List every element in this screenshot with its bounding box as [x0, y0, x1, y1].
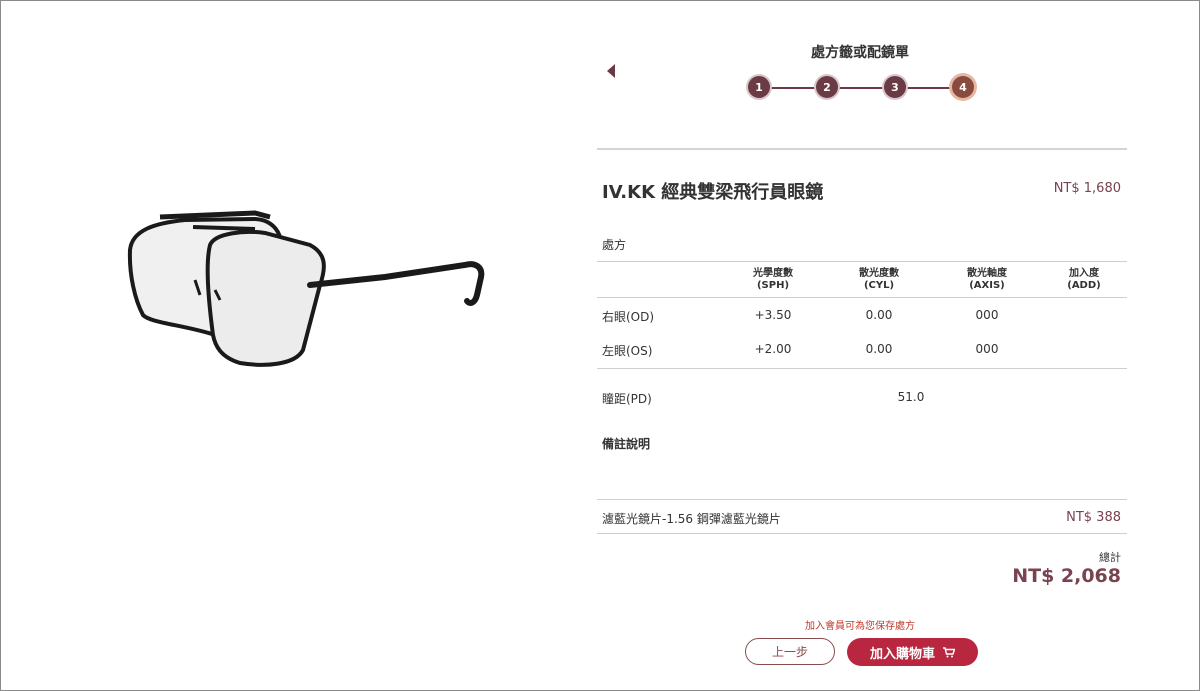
- previous-step-label: 上一步: [771, 645, 808, 659]
- add-to-cart-label: 加入購物車: [869, 646, 935, 662]
- od-sph-value: +3.50: [754, 308, 792, 322]
- lens-name: 濾藍光鏡片-1.56 鋼彈濾藍光鏡片: [602, 512, 781, 526]
- step-2[interactable]: 2: [816, 76, 838, 98]
- row-label-od: 右眼(OD): [602, 310, 655, 324]
- product-price: NT$ 1,680: [1053, 181, 1121, 196]
- os-axis-value: 000: [975, 342, 999, 356]
- od-cyl-value: 0.00: [865, 308, 893, 322]
- column-header-sph: 光學度數 (SPH): [738, 268, 808, 292]
- product-name: IV.KK 經典雙梁飛行員眼鏡: [602, 182, 824, 203]
- page-title: 處方籤或配鏡單: [811, 45, 909, 61]
- pd-label: 瞳距(PD): [602, 392, 652, 406]
- notes-label: 備註說明: [602, 437, 651, 451]
- previous-step-button[interactable]: 上一步: [745, 638, 835, 665]
- pd-value: 51.0: [897, 390, 925, 404]
- row-label-os: 左眼(OS): [602, 344, 653, 358]
- add-to-cart-button[interactable]: 加入購物車: [847, 638, 978, 666]
- divider: [597, 533, 1127, 534]
- column-header-sub: (AXIS): [969, 280, 1005, 291]
- total-value: NT$ 2,068: [1012, 565, 1121, 587]
- divider: [597, 148, 1127, 150]
- column-header-sub: (CYL): [863, 280, 895, 291]
- column-header-axis: 散光軸度 (AXIS): [952, 268, 1022, 292]
- member-save-note: 加入會員可為您保存處方: [805, 621, 915, 632]
- os-sph-value: +2.00: [754, 342, 792, 356]
- lens-price: NT$ 388: [1066, 510, 1121, 525]
- back-arrow-icon[interactable]: [607, 64, 615, 78]
- os-cyl-value: 0.00: [865, 342, 893, 356]
- glasses-product-image: [127, 210, 485, 367]
- column-header-label: 光學度數: [753, 268, 793, 279]
- total-label: 總計: [1099, 551, 1121, 564]
- column-header-add: 加入度 (ADD): [1049, 268, 1119, 292]
- divider: [597, 261, 1127, 262]
- step-3[interactable]: 3: [884, 76, 906, 98]
- divider: [597, 368, 1127, 369]
- divider: [597, 499, 1127, 500]
- column-header-cyl: 散光度數 (CYL): [844, 268, 914, 292]
- step-1[interactable]: 1: [748, 76, 770, 98]
- step-progress: 1 2 3 4: [748, 76, 975, 100]
- column-header-label: 散光軸度: [967, 268, 1007, 279]
- column-header-label: 散光度數: [859, 268, 899, 279]
- column-header-label: 加入度: [1069, 268, 1099, 279]
- divider: [597, 297, 1127, 298]
- column-header-sub: (ADD): [1067, 280, 1101, 291]
- step-connector-line: [760, 87, 963, 89]
- cart-icon: [943, 646, 955, 657]
- step-4-current[interactable]: 4: [952, 76, 974, 98]
- prescription-label: 處方: [602, 238, 627, 252]
- column-header-sub: (SPH): [756, 280, 790, 291]
- od-axis-value: 000: [975, 308, 999, 322]
